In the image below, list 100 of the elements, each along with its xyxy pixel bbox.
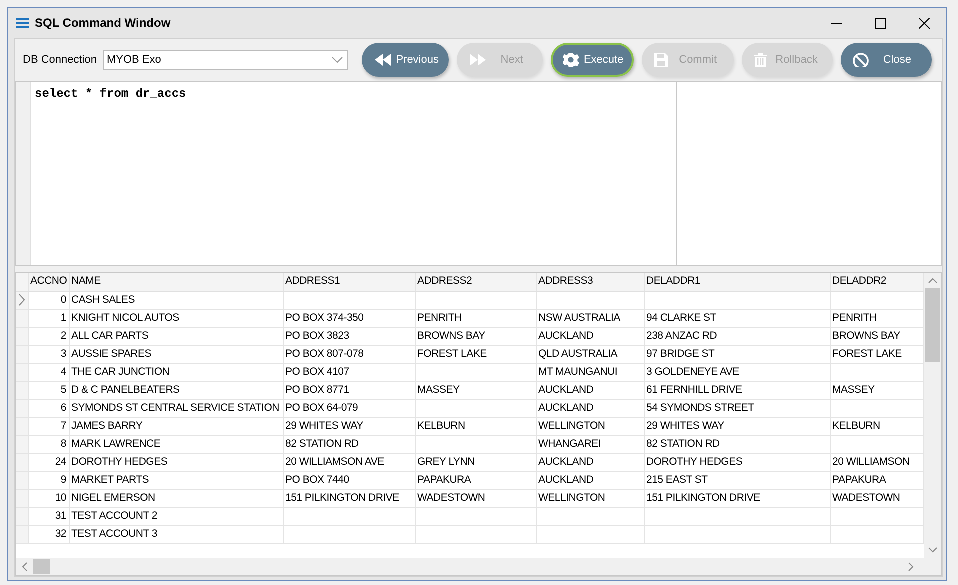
table-cell: MASSEY [830,381,924,399]
table-cell: PAPAKURA [830,471,924,489]
table-cell: DOROTHY HEDGES [69,453,283,471]
table-cell: AUSSIE SPARES [69,345,283,363]
table-cell: AUCKLAND [536,399,644,417]
table-cell: GREY LYNN [415,453,536,471]
table-cell: 61 FERNHILL DRIVE [644,381,830,399]
connection-label: DB Connection [23,52,97,68]
menu-icon[interactable] [16,18,29,28]
table-cell: PO BOX 374-350 [283,309,415,327]
table-cell: CASH SALES [69,291,283,309]
table-cell: KNIGHT NICOL AUTOS [69,309,283,327]
table-cell: 20 WILLIAMSON [830,453,924,471]
table-cell: BROWNS BAY [415,327,536,345]
table-cell: 215 EAST ST [644,471,830,489]
scrollbar-thumb[interactable] [33,559,50,574]
table-cell: BROWNS BAY [830,327,924,345]
table-cell: 20 WILLIAMSON AVE [283,453,415,471]
maximize-icon [874,18,886,28]
scroll-down-icon[interactable] [928,546,938,554]
sql-editor[interactable]: select * from dr_accs [31,82,190,265]
table-cell: MARK LAWRENCE [69,435,283,453]
gear-icon [563,53,580,67]
table-cell: 24 [28,453,69,471]
rewind-icon [374,53,392,67]
column-header[interactable]: NAME [69,273,283,291]
table-cell: DOROTHY HEDGES [644,453,830,471]
table-cell: D & C PANELBEATERS [69,381,283,399]
table-cell: 29 WHITES WAY [283,417,415,435]
table-cell: WADESTOWN [830,489,924,507]
ban-icon [852,53,869,67]
table-cell: PENRITH [830,309,924,327]
table-cell: KELBURN [415,417,536,435]
table-cell: PO BOX 64-079 [283,399,415,417]
column-header[interactable]: ACCNO [28,273,69,291]
table-cell: 82 STATION RD [644,435,830,453]
table-cell: TEST ACCOUNT 3 [69,525,283,543]
table-cell: PAPAKURA [415,471,536,489]
table-cell: 6 [28,399,69,417]
column-header[interactable]: DELADDR1 [644,273,830,291]
scroll-up-icon[interactable] [928,277,938,285]
table-cell: AUCKLAND [536,471,644,489]
table-cell: WHANGAREI [536,435,644,453]
connection-dropdown[interactable]: MYOB Exo [103,50,348,70]
table-cell: 8 [28,435,69,453]
table-cell: PO BOX 8771 [283,381,415,399]
window-title: SQL Command Window [35,15,171,32]
table-cell: 5 [28,381,69,399]
table-cell: 10 [28,489,69,507]
scroll-left-icon[interactable] [21,562,29,572]
table-cell: QLD AUSTRALIA [536,345,644,363]
table-cell: 97 BRIDGE ST [644,345,830,363]
table-cell: PO BOX 7440 [283,471,415,489]
table-cell: PO BOX 3823 [283,327,415,345]
table-cell: MASSEY [415,381,536,399]
save-icon [654,53,668,67]
close-icon [918,18,930,28]
table-cell: 82 STATION RD [283,435,415,453]
table-cell: 151 PILKINGTON DRIVE [644,489,830,507]
table-cell: AUCKLAND [536,327,644,345]
table-cell: 1 [28,309,69,327]
table-cell: NIGEL EMERSON [69,489,283,507]
column-header[interactable]: ADDRESS1 [283,273,415,291]
toolbar-button[interactable]: Previous [362,43,449,77]
scroll-right-icon[interactable] [907,562,915,572]
table-cell: JAMES BARRY [69,417,283,435]
fast-forward-icon [468,53,487,67]
table-cell: PO BOX 807-078 [283,345,415,363]
column-header[interactable]: DELADDR2 [830,273,924,291]
table-cell: SYMONDS ST CENTRAL SERVICE STATION [69,399,283,417]
column-header[interactable]: ADDRESS2 [415,273,536,291]
table-cell: 4 [28,363,69,381]
table-cell: FOREST LAKE [415,345,536,363]
table-cell: ALL CAR PARTS [69,327,283,345]
table-cell: 2 [28,327,69,345]
table-cell: MARKET PARTS [69,471,283,489]
table-cell: 238 ANZAC RD [644,327,830,345]
table-cell: TEST ACCOUNT 2 [69,507,283,525]
scrollbar-thumb[interactable] [925,288,940,362]
table-cell: KELBURN [830,417,924,435]
table-cell: 9 [28,471,69,489]
table-cell: PENRITH [415,309,536,327]
table-cell: MT MAUNGANUI [536,363,644,381]
table-cell: 29 WHITES WAY [644,417,830,435]
table-cell: PO BOX 4107 [283,363,415,381]
table-cell: WELLINGTON [536,417,644,435]
table-cell: 32 [28,525,69,543]
toolbar-button[interactable]: Execute [551,43,634,77]
table-cell: FOREST LAKE [830,345,924,363]
column-header[interactable]: ADDRESS3 [536,273,644,291]
table-cell: WADESTOWN [415,489,536,507]
toolbar-button[interactable]: Close [840,43,932,77]
table-cell: AUCKLAND [536,381,644,399]
table-cell: WELLINGTON [536,489,644,507]
table-cell: 94 CLARKE ST [644,309,830,327]
trash-icon [754,53,767,67]
table-cell: 31 [28,507,69,525]
table-cell: 0 [28,291,69,309]
table-cell: AUCKLAND [536,453,644,471]
table-cell: THE CAR JUNCTION [69,363,283,381]
